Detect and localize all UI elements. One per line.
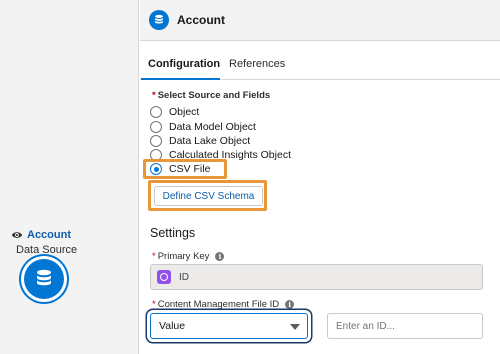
source-fields-label: * Select Source and Fields bbox=[152, 90, 270, 101]
radio-button[interactable] bbox=[150, 106, 162, 118]
field-type-icon bbox=[157, 270, 171, 284]
radio-button-selected[interactable] bbox=[150, 163, 162, 175]
radio-button[interactable] bbox=[150, 135, 162, 147]
radio-button[interactable] bbox=[150, 121, 162, 133]
node-subtitle: Data Source bbox=[16, 244, 78, 256]
data-source-node[interactable] bbox=[24, 259, 64, 299]
settings-heading: Settings bbox=[150, 226, 196, 240]
database-icon bbox=[149, 10, 169, 30]
node-title-text[interactable]: Account bbox=[27, 229, 71, 241]
node-title[interactable]: Account bbox=[11, 229, 130, 241]
content-file-id-input[interactable] bbox=[327, 313, 483, 339]
primary-key-field: ID bbox=[150, 264, 483, 290]
required-mark: * bbox=[152, 251, 156, 262]
content-file-id-select[interactable]: Value bbox=[150, 313, 308, 339]
radio-label: Object bbox=[169, 106, 200, 118]
panel-header: Account bbox=[140, 0, 500, 41]
radio-object[interactable]: Object bbox=[150, 106, 199, 118]
required-mark: * bbox=[152, 90, 156, 101]
eye-icon[interactable] bbox=[11, 229, 23, 241]
info-icon[interactable]: i bbox=[215, 252, 225, 261]
chevron-down-icon bbox=[290, 324, 300, 330]
radio-label: Data Lake Object bbox=[169, 135, 251, 147]
config-panel: Account Configuration References * Select… bbox=[140, 0, 500, 354]
content-file-id-label: * Content Management File ID i bbox=[152, 299, 295, 310]
tab-bar: Configuration References bbox=[140, 56, 500, 80]
info-icon[interactable]: i bbox=[285, 300, 295, 309]
radio-label: CSV File bbox=[169, 163, 211, 175]
required-mark: * bbox=[152, 299, 156, 310]
panel-title: Account bbox=[177, 13, 225, 27]
select-value: Value bbox=[159, 320, 186, 332]
tab-references[interactable]: References bbox=[229, 58, 285, 70]
radio-label: Data Model Object bbox=[169, 121, 256, 133]
radio-data-lake-object[interactable]: Data Lake Object bbox=[150, 135, 250, 147]
primary-key-label-text: Primary Key bbox=[157, 251, 210, 262]
primary-key-value: ID bbox=[179, 271, 189, 283]
active-tab-indicator bbox=[141, 78, 220, 80]
radio-csv-file[interactable]: CSV File bbox=[150, 163, 210, 175]
primary-key-label: * Primary Key i bbox=[152, 251, 225, 262]
radio-data-model-object[interactable]: Data Model Object bbox=[150, 121, 256, 133]
tab-configuration[interactable]: Configuration bbox=[148, 58, 220, 70]
define-csv-schema-button[interactable]: Define CSV Schema bbox=[154, 186, 263, 206]
node-label: Account Data Source bbox=[10, 229, 130, 256]
canvas: Account Data Source bbox=[0, 0, 139, 354]
content-file-id-label-text: Content Management File ID bbox=[157, 299, 280, 310]
source-fields-label-text: Select Source and Fields bbox=[157, 90, 271, 101]
database-icon bbox=[37, 269, 51, 286]
